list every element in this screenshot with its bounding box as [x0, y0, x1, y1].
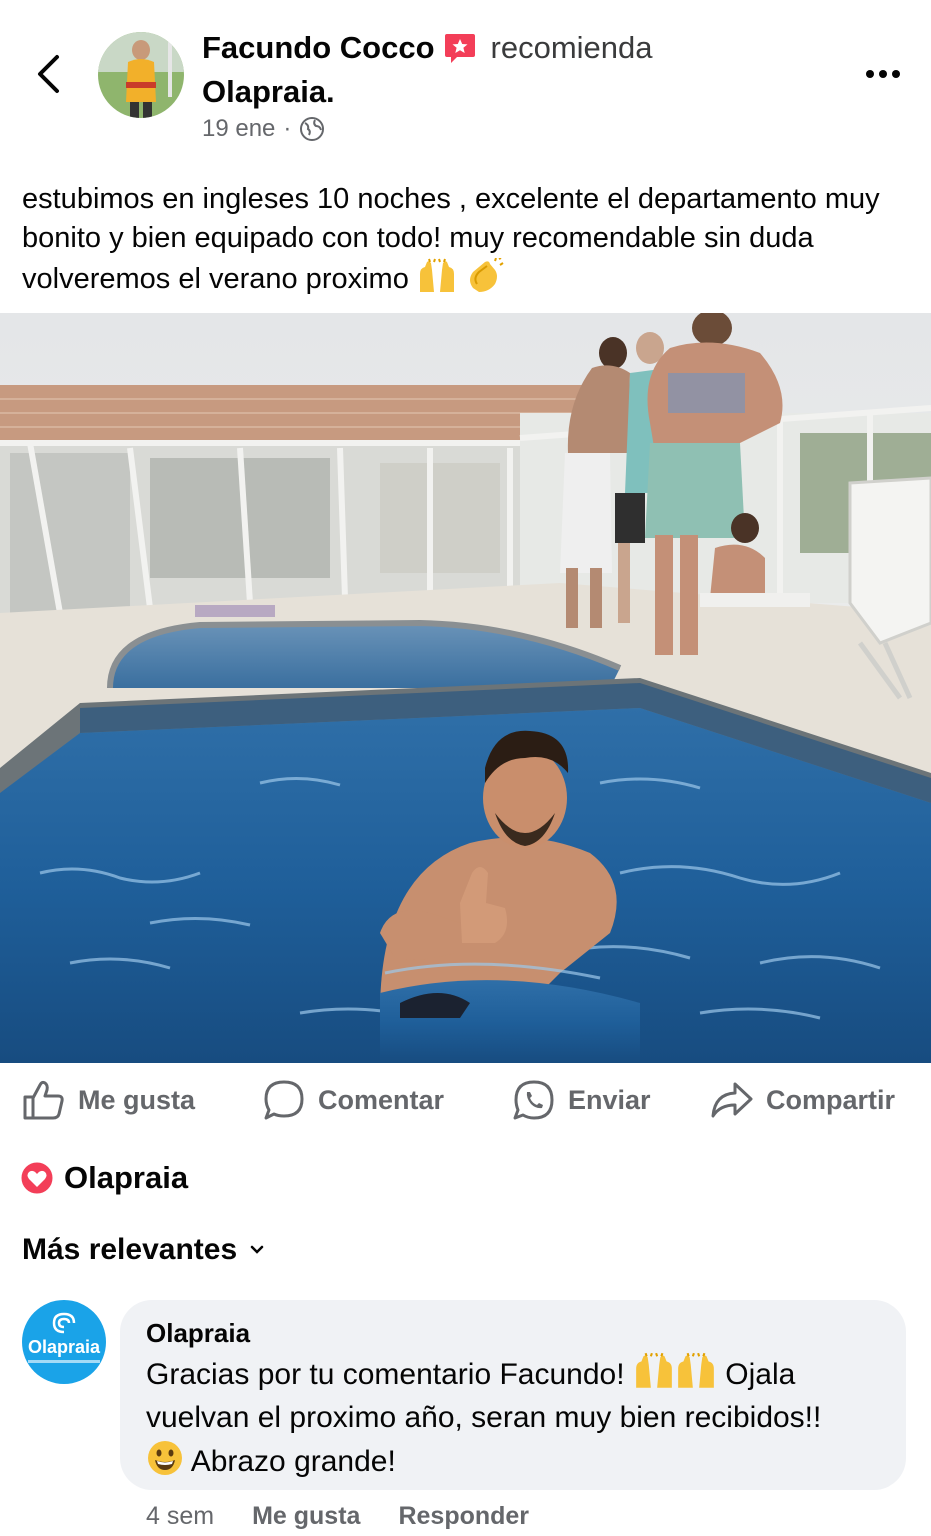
post-meta: 19 ene · — [202, 115, 325, 143]
raising-hands-emoji-icon — [419, 258, 454, 292]
author-avatar[interactable] — [98, 32, 184, 118]
comment-icon — [264, 1080, 304, 1120]
comment-meta: 4 sem Me gusta Responder — [146, 1502, 529, 1531]
like-label: Me gusta — [78, 1084, 196, 1115]
author-name[interactable]: Facundo Cocco — [202, 28, 435, 68]
recommended-page-name[interactable]: Olapraia. — [202, 72, 335, 112]
comment-text-part3: Abrazo grande! — [190, 1445, 396, 1478]
commenter-avatar[interactable]: Olapraia — [22, 1300, 106, 1384]
avatar-logo-text: Olapraia — [27, 1337, 101, 1357]
globe-icon — [300, 117, 325, 141]
comments-sort-dropdown[interactable]: Más relevantes — [22, 1233, 265, 1267]
raising-hands-emoji-icon — [678, 1352, 714, 1388]
share-icon — [711, 1082, 753, 1118]
post-date[interactable]: 19 ene — [202, 115, 275, 143]
author-line: Facundo Cocco recomienda — [202, 28, 653, 68]
reactions-summary[interactable]: Olapraia — [20, 1160, 188, 1196]
post-photo[interactable] — [0, 313, 931, 1063]
share-button[interactable]: Compartir — [710, 1076, 895, 1124]
olapraia-logo-icon — [52, 1312, 76, 1334]
recommendation-badge-icon — [444, 34, 475, 63]
comment-text: Gracias por tu comentario Facundo! Ojala… — [146, 1352, 880, 1483]
share-label: Compartir — [766, 1084, 896, 1115]
like-button[interactable]: Me gusta — [22, 1076, 195, 1124]
reactions-label: Olapraia — [64, 1160, 189, 1195]
dot — [866, 70, 874, 78]
recommends-label: recomienda — [490, 30, 653, 65]
comment-button[interactable]: Comentar — [262, 1076, 444, 1124]
back-button[interactable] — [28, 52, 68, 96]
comment-author[interactable]: Olapraia — [146, 1316, 880, 1350]
clapping-hands-emoji-icon — [469, 258, 504, 292]
comment-label: Comentar — [318, 1084, 445, 1115]
chevron-down-icon — [250, 1245, 264, 1254]
comment-like-button[interactable]: Me gusta — [252, 1502, 360, 1531]
dot — [879, 70, 887, 78]
raising-hands-emoji-icon — [636, 1352, 672, 1388]
chevron-left-icon — [38, 55, 59, 93]
send-button[interactable]: Enviar — [512, 1076, 651, 1124]
comment-time[interactable]: 4 sem — [146, 1502, 214, 1531]
comment-bubble: Olapraia Gracias por tu comentario Facun… — [120, 1300, 906, 1490]
send-label: Enviar — [568, 1084, 651, 1115]
comment-text-part1: Gracias por tu comentario Facundo! — [146, 1358, 625, 1391]
whatsapp-icon — [513, 1080, 554, 1120]
comment-reply-button[interactable]: Responder — [398, 1502, 529, 1531]
post-header: Facundo Cocco recomienda Olapraia. 19 en… — [0, 0, 931, 160]
meta-separator: · — [283, 115, 292, 142]
sort-label: Más relevantes — [22, 1233, 238, 1266]
dot — [892, 70, 900, 78]
post-text: estubimos en ingleses 10 noches , excele… — [22, 180, 912, 299]
grinning-face-emoji-icon — [148, 1441, 182, 1475]
thumbs-up-icon — [23, 1080, 64, 1120]
post-actions: Me gusta Comentar Enviar Compartir — [0, 1068, 931, 1128]
logo-tagline-mark — [28, 1360, 100, 1363]
more-options-button[interactable] — [859, 58, 907, 90]
heart-icon — [20, 1161, 54, 1195]
